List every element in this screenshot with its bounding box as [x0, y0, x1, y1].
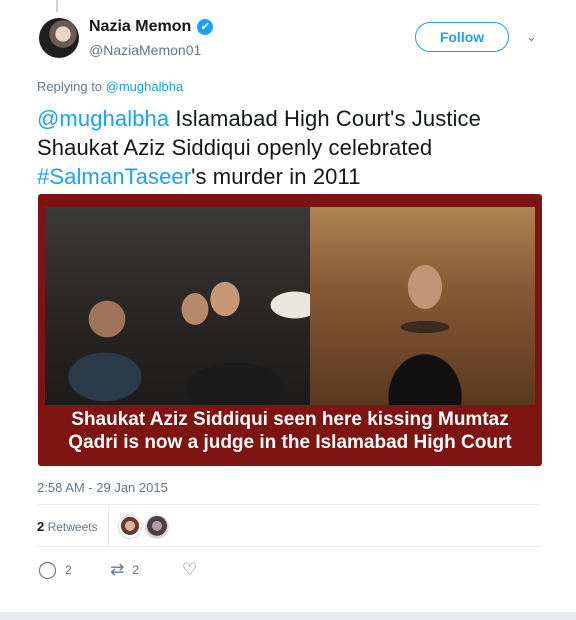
like-action[interactable]: ♡: [182, 560, 197, 580]
author-handle[interactable]: @NaziaMemon01: [89, 42, 201, 58]
media-photo-judge: [310, 207, 535, 405]
tweet-text: @mughalbha Islamabad High Court's Justic…: [37, 104, 537, 191]
retweet-stat-label: Retweets: [44, 520, 98, 534]
reply-count: 2: [65, 563, 72, 577]
stats-separator: [108, 506, 109, 546]
author-avatar[interactable]: [39, 18, 79, 58]
retweet-action[interactable]: ⇄ 2: [110, 560, 182, 580]
replying-to-mention-link[interactable]: @mughalbha: [106, 79, 184, 94]
verified-badge-icon: ✔: [197, 19, 214, 35]
replying-to: Replying to @mughalbha: [37, 79, 183, 94]
retweeter-avatar[interactable]: [145, 515, 169, 539]
tweet-text-part2: 's murder in 2011: [191, 164, 361, 189]
heart-icon: ♡: [182, 560, 198, 580]
media-caption-line2: Qadri is now a judge in the Islamabad Hi…: [68, 432, 512, 453]
retweeter-avatar[interactable]: [118, 515, 142, 539]
tweet-card: Nazia Memon ✔ @NaziaMemon01 Follow ⌄ Rep…: [0, 0, 560, 612]
retweet-count: 2: [132, 563, 139, 577]
reply-action[interactable]: ◯ 2: [38, 560, 110, 580]
tweet-actions: ◯ 2 ⇄ 2 ♡: [38, 560, 197, 580]
replying-to-prefix: Replying to: [37, 79, 106, 94]
tweet-timestamp[interactable]: 2:58 AM - 29 Jan 2015: [37, 480, 168, 495]
feed-separator: [0, 612, 576, 620]
media-caption-line1: Shaukat Aziz Siddiqui seen here kissing …: [71, 409, 509, 430]
follow-button[interactable]: Follow: [415, 22, 509, 52]
author-display-name[interactable]: Nazia Memon: [89, 18, 191, 36]
tweet-mention-link[interactable]: @mughalbha: [37, 106, 169, 131]
divider-top: [37, 504, 540, 505]
retweet-icon: ⇄: [110, 560, 125, 580]
reply-icon: ◯: [38, 560, 58, 580]
chevron-down-icon[interactable]: ⌄: [526, 30, 537, 45]
tweet-hashtag-link[interactable]: #SalmanTaseer: [37, 164, 191, 189]
tweet-media-image[interactable]: Shaukat Aziz Siddiqui seen here kissing …: [38, 194, 542, 466]
author-name-row: Nazia Memon ✔: [89, 18, 214, 36]
retweet-stats[interactable]: 2 Retweets: [37, 519, 98, 534]
media-photo-crowd: [45, 207, 310, 405]
divider-bottom: [37, 546, 540, 547]
